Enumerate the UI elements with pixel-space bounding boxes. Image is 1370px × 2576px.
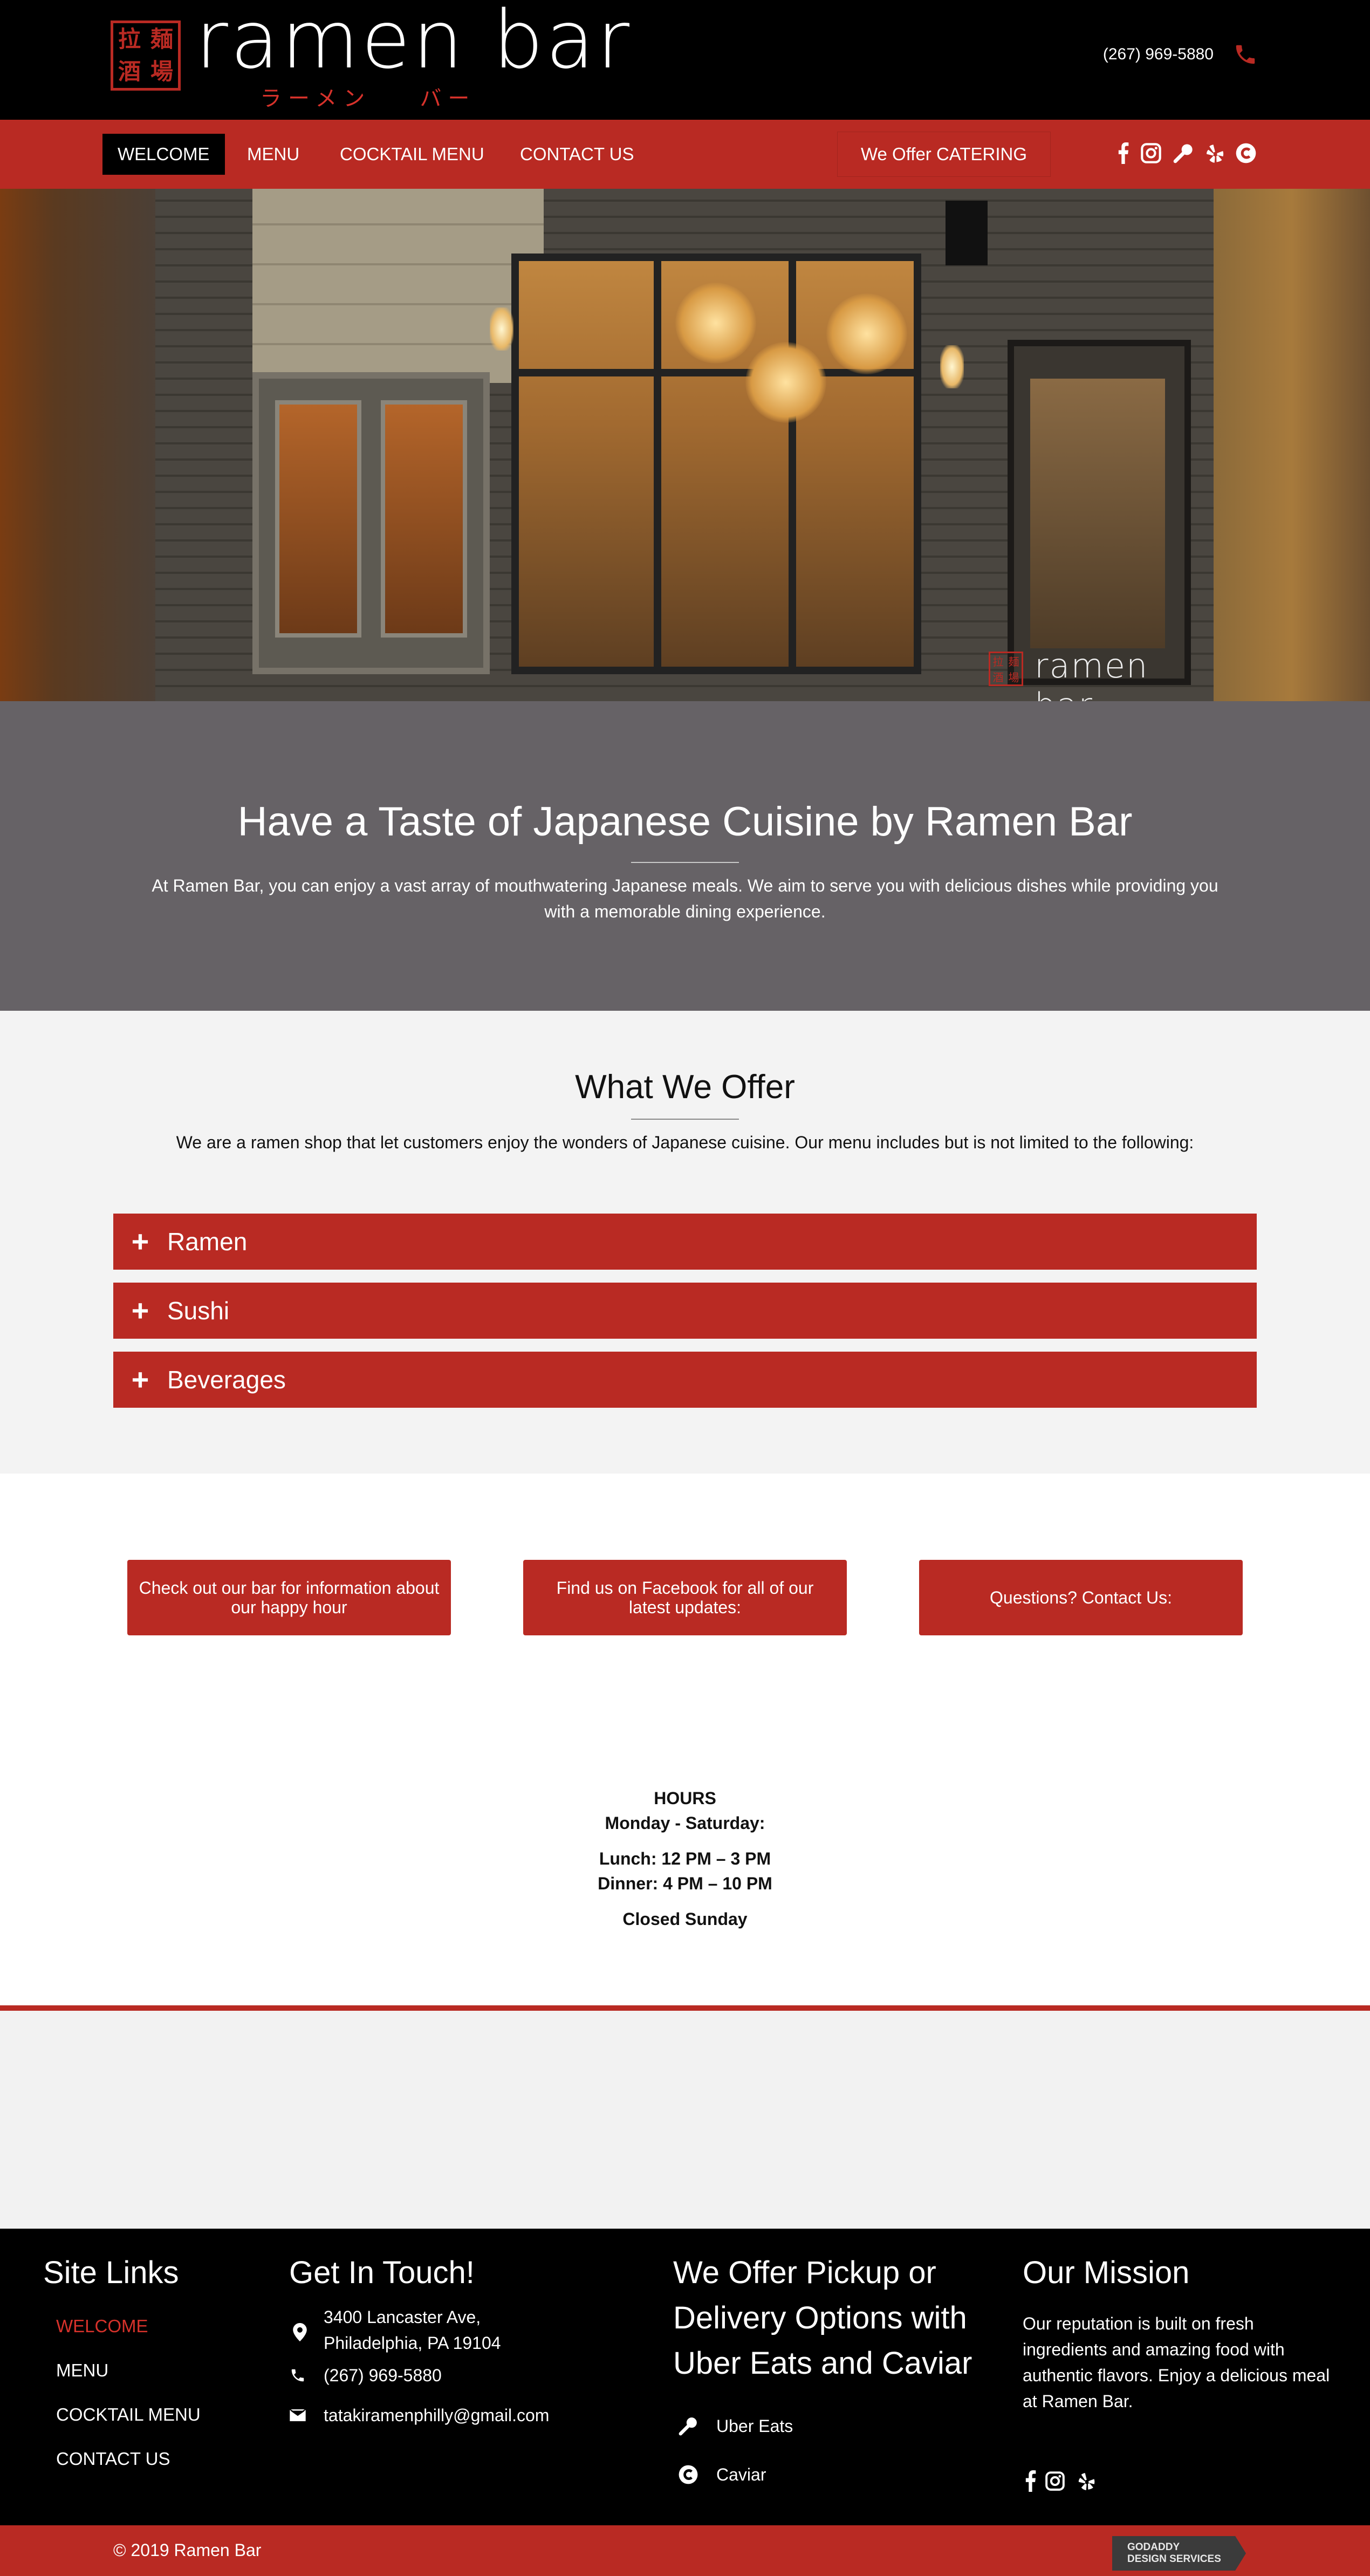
- footer-link-contact-us[interactable]: CONTACT US: [56, 2449, 170, 2469]
- bottom-bar: © 2019 Ramen Bar GODADDY DESIGN SERVICES: [0, 2525, 1370, 2576]
- brand-sub-left: ラーメン: [260, 86, 372, 111]
- accordion-label: Sushi: [167, 1297, 230, 1325]
- plus-icon: +: [131, 1362, 149, 1396]
- accordion-label: Ramen: [167, 1228, 248, 1256]
- intro-text: At Ramen Bar, you can enjoy a vast array…: [152, 876, 1218, 921]
- address-line-1: 3400 Lancaster Ave,: [324, 2307, 481, 2327]
- nav-item-welcome[interactable]: WELCOME: [102, 134, 225, 175]
- logo-char: 場: [150, 58, 173, 85]
- offer-section: What We Offer We are a ramen shop that l…: [0, 1011, 1370, 1474]
- hours-lunch: Lunch: 12 PM – 3 PM: [599, 1849, 771, 1868]
- brand-sub-right: バー: [420, 86, 476, 111]
- email-icon: [287, 2404, 309, 2426]
- main-nav: WELCOME MENU COCKTAIL MENU CONTACT US We…: [0, 120, 1370, 189]
- yelp-icon[interactable]: [1202, 140, 1228, 166]
- contact-us-button[interactable]: Questions? Contact Us:: [919, 1560, 1243, 1635]
- happy-hour-button[interactable]: Check out our bar for information about …: [127, 1560, 451, 1635]
- ubereats-icon[interactable]: [1170, 140, 1196, 166]
- offer-title: What We Offer: [575, 1068, 795, 1106]
- storefront-logo: 拉 麺 酒 場: [989, 652, 1023, 686]
- phone-icon[interactable]: [1233, 42, 1258, 67]
- offer-intro: We are a ramen shop that let customers e…: [176, 1133, 1194, 1152]
- mission-text: Our reputation is built on fresh ingredi…: [1023, 2314, 1330, 2411]
- logo-char: 麺: [150, 26, 173, 52]
- divider: [631, 862, 739, 863]
- storefront-logo-char: 麺: [1008, 655, 1019, 668]
- accordion-sushi[interactable]: + Sushi: [113, 1283, 1257, 1339]
- footer-link-menu[interactable]: MENU: [56, 2360, 108, 2381]
- storefront-logo-char: 場: [1008, 671, 1019, 684]
- hours-heading: HOURS: [654, 1789, 716, 1808]
- footer-email-link[interactable]: tatakiramenphilly@gmail.com: [324, 2402, 549, 2428]
- badge-line-2: DESIGN SERVICES: [1127, 2553, 1221, 2565]
- accordion-ramen[interactable]: + Ramen: [113, 1214, 1257, 1270]
- hero-blur-right: [1214, 189, 1370, 701]
- brand-name[interactable]: ramen bar: [195, 0, 632, 80]
- storefront-logo-char: 酒: [992, 671, 1004, 684]
- logo-char: 拉: [118, 26, 141, 52]
- address-line-2: Philadelphia, PA 19104: [324, 2333, 501, 2353]
- header-phone-link[interactable]: (267) 969-5880: [1103, 45, 1214, 64]
- contact-title: Get In Touch!: [289, 2255, 475, 2290]
- caviar-icon[interactable]: [1233, 140, 1259, 166]
- storefront-sign-text: ramen bar: [1035, 646, 1149, 701]
- divider: [631, 1119, 739, 1120]
- storefront-logo-char: 拉: [992, 655, 1004, 668]
- ubereats-link[interactable]: Uber Eats: [716, 2413, 793, 2439]
- intro-title: Have a Taste of Japanese Cuisine by Rame…: [237, 799, 1133, 845]
- badge-line-1: GODADDY: [1127, 2541, 1180, 2553]
- brand-logo[interactable]: 拉 麺 酒 場: [111, 20, 181, 91]
- hours-dinner: Dinner: 4 PM – 10 PM: [598, 1874, 772, 1893]
- delivery-title-line-2: Delivery Options with: [673, 2300, 967, 2335]
- facebook-icon[interactable]: [1110, 140, 1136, 166]
- facebook-icon[interactable]: [1019, 2470, 1041, 2492]
- hours-days: Monday - Saturday:: [605, 1813, 765, 1833]
- hours-closed: Closed Sunday: [622, 1909, 748, 1929]
- logo-char: 酒: [118, 58, 141, 85]
- facebook-updates-button[interactable]: Find us on Facebook for all of our lates…: [523, 1560, 847, 1635]
- mission-title: Our Mission: [1023, 2255, 1190, 2290]
- accordion-beverages[interactable]: + Beverages: [113, 1352, 1257, 1408]
- footer-phone-link[interactable]: (267) 969-5880: [324, 2362, 442, 2388]
- caviar-link[interactable]: Caviar: [716, 2462, 766, 2488]
- map-pin-icon: [289, 2321, 311, 2343]
- catering-button[interactable]: We Offer CATERING: [837, 132, 1051, 177]
- ubereats-icon[interactable]: [677, 2415, 699, 2437]
- plus-icon: +: [131, 1293, 149, 1327]
- accordion-label: Beverages: [167, 1366, 286, 1394]
- map-placeholder: [0, 2011, 1370, 2229]
- godaddy-badge[interactable]: GODADDY DESIGN SERVICES: [1112, 2536, 1246, 2571]
- site-links-title: Site Links: [43, 2255, 179, 2290]
- caviar-icon[interactable]: [677, 2464, 699, 2485]
- footer-link-cocktail-menu[interactable]: COCKTAIL MENU: [56, 2404, 201, 2425]
- delivery-title-line-1: We Offer Pickup or: [673, 2255, 936, 2290]
- hero-banner: 拉 麺 酒 場 ramen bar: [0, 189, 1370, 701]
- instagram-icon[interactable]: [1138, 140, 1164, 166]
- phone-icon: [287, 2365, 309, 2386]
- instagram-icon[interactable]: [1044, 2470, 1066, 2492]
- yelp-icon[interactable]: [1076, 2470, 1097, 2492]
- copyright-text: © 2019 Ramen Bar: [113, 2540, 262, 2560]
- delivery-title-line-3: Uber Eats and Caviar: [673, 2346, 972, 2381]
- nav-item-menu[interactable]: MENU: [232, 134, 314, 175]
- nav-item-cocktail-menu[interactable]: COCKTAIL MENU: [325, 134, 499, 175]
- footer-link-welcome[interactable]: WELCOME: [56, 2316, 148, 2337]
- footer: Site Links WELCOME MENU COCKTAIL MENU CO…: [0, 2229, 1370, 2525]
- plus-icon: +: [131, 1224, 149, 1258]
- top-header: 拉 麺 酒 場 ramen bar ラーメン バー (267) 969-5880: [0, 0, 1370, 120]
- nav-item-contact-us[interactable]: CONTACT US: [505, 134, 649, 175]
- intro-section: Have a Taste of Japanese Cuisine by Rame…: [0, 701, 1370, 1011]
- section-divider: [0, 2005, 1370, 2011]
- restaurant-storefront-photo: 拉 麺 酒 場 ramen bar: [155, 189, 1214, 701]
- brand-subtitle: ラーメン バー: [260, 81, 476, 112]
